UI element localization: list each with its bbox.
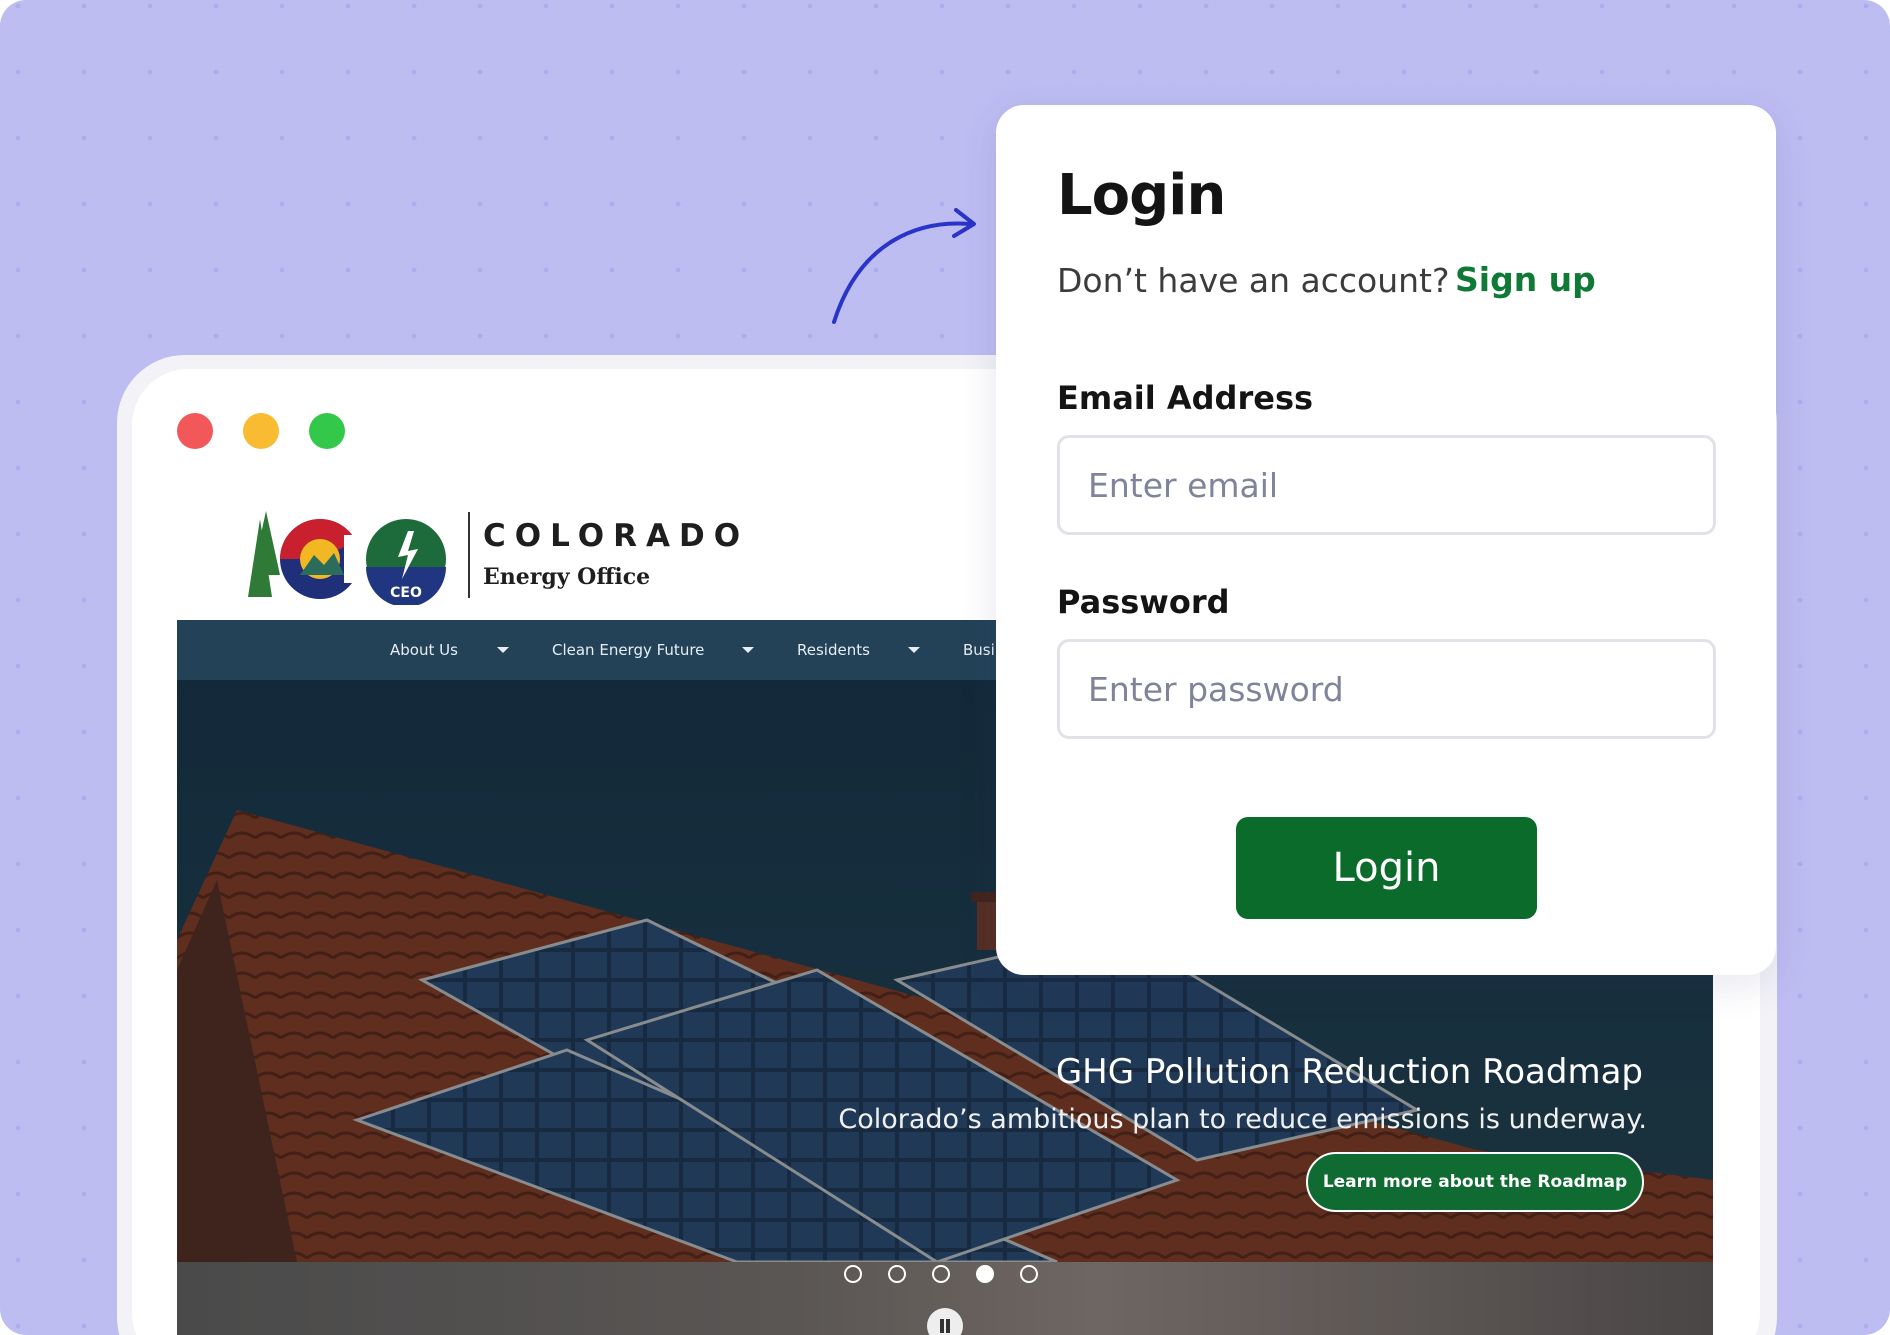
logo-divider (468, 512, 470, 598)
window-maximize-button[interactable] (309, 413, 345, 449)
signup-prompt: Don’t have an account? (1057, 261, 1450, 300)
signup-link[interactable]: Sign up (1455, 260, 1596, 299)
window-close-button[interactable] (177, 413, 213, 449)
pointer-arrow-icon (832, 208, 976, 324)
slide-dot-3[interactable] (932, 1265, 950, 1283)
logo-subtitle: Energy Office (483, 564, 651, 590)
chevron-down-icon[interactable] (497, 647, 509, 653)
nav-item-business[interactable]: Busi (963, 620, 995, 680)
hero-subtitle: Colorado’s ambitious plan to reduce emis… (838, 1104, 1647, 1135)
nav-item-clean-energy-future[interactable]: Clean Energy Future (552, 620, 704, 680)
slide-dot-4-active[interactable] (976, 1265, 994, 1283)
chevron-down-icon[interactable] (742, 647, 754, 653)
slide-dot-2[interactable] (888, 1265, 906, 1283)
password-field[interactable] (1057, 639, 1716, 739)
login-title: Login (1057, 163, 1226, 228)
colorado-energy-office-logo[interactable]: CEO (248, 505, 466, 605)
slide-dot-5[interactable] (1020, 1265, 1038, 1283)
login-button[interactable]: Login (1236, 817, 1537, 919)
logo-title: COLORADO (483, 518, 750, 554)
email-label: Email Address (1057, 379, 1314, 417)
nav-item-about-us[interactable]: About Us (390, 620, 458, 680)
password-label: Password (1057, 583, 1230, 621)
learn-more-roadmap-button[interactable]: Learn more about the Roadmap (1306, 1152, 1644, 1212)
email-field[interactable] (1057, 435, 1716, 535)
window-minimize-button[interactable] (243, 413, 279, 449)
page-background: CEO COLORADO Energy Office About Us Clea… (0, 0, 1890, 1335)
chevron-down-icon[interactable] (908, 647, 920, 653)
slide-dot-1[interactable] (844, 1265, 862, 1283)
hero-title: GHG Pollution Reduction Roadmap (1055, 1052, 1643, 1092)
svg-text:CEO: CEO (390, 585, 422, 601)
login-card: Login Don’t have an account? Sign up Ema… (996, 105, 1776, 975)
nav-item-residents[interactable]: Residents (797, 620, 870, 680)
